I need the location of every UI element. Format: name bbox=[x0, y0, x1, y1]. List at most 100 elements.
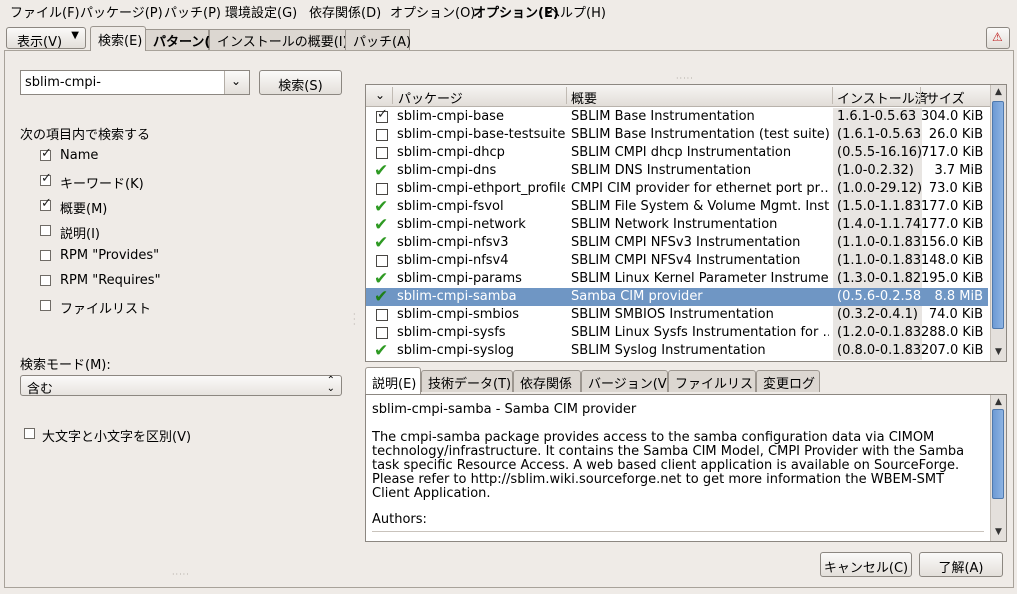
package-name: sblim-cmpi-smbios bbox=[397, 307, 519, 322]
tab-patterns[interactable]: パターン(N) bbox=[145, 29, 227, 50]
ok-button[interactable]: 了解(A) bbox=[919, 552, 1003, 577]
table-row[interactable]: ✔ sblim-cmpi-params SBLIM Linux Kernel Par… bbox=[366, 269, 988, 289]
installed-check-icon[interactable]: ✔ bbox=[374, 161, 388, 181]
menu-package[interactable]: パッケージ(P) bbox=[80, 2, 163, 21]
scroll-thumb[interactable] bbox=[992, 101, 1004, 329]
table-row[interactable]: ✔ sblim-cmpi-network SBLIM Network Instrum… bbox=[366, 215, 988, 235]
package-size: 288.0 KiB bbox=[921, 325, 983, 340]
installed-check-icon[interactable]: ✔ bbox=[374, 215, 388, 235]
pane-grip[interactable]: · · · bbox=[353, 311, 357, 329]
package-size: 177.0 KiB bbox=[921, 217, 983, 232]
protected-checkbox-icon[interactable]: ✓ bbox=[376, 107, 388, 123]
scroll-up-icon[interactable]: ▲ bbox=[991, 395, 1006, 410]
table-row[interactable]: sblim-cmpi-base-testsuite SBLIM Base Inst… bbox=[366, 126, 988, 144]
status-checkbox[interactable] bbox=[376, 183, 388, 195]
search-button[interactable]: 検索(S) bbox=[259, 70, 342, 95]
ok-button-label: 了解(A) bbox=[938, 561, 984, 576]
tab-changelog[interactable]: 変更ログ bbox=[756, 370, 820, 392]
tab-dependencies[interactable]: 依存関係 bbox=[513, 370, 581, 392]
description-title: sblim-cmpi-samba - Samba CIM provider bbox=[372, 402, 637, 417]
description-authors: Authors: bbox=[372, 512, 427, 527]
status-checkbox[interactable] bbox=[376, 129, 388, 141]
tab-patches[interactable]: パッチ(A) bbox=[345, 29, 411, 50]
tab-file-list[interactable]: ファイルリスト bbox=[668, 370, 766, 392]
tab-dependencies-label: 依存関係 bbox=[520, 377, 573, 392]
cancel-button[interactable]: キャンセル(C) bbox=[820, 552, 912, 577]
column-header-package[interactable]: パッケージ bbox=[398, 88, 463, 107]
menu-options-extra[interactable]: オプション(E) bbox=[473, 2, 559, 21]
table-row[interactable]: sblim-cmpi-dhcp SBLIM CMPI dhcp Instrumen… bbox=[366, 144, 988, 162]
package-size: 148.0 KiB bbox=[921, 253, 983, 268]
table-row[interactable]: sblim-cmpi-sysfs SBLIM Linux Sysfs Instru… bbox=[366, 324, 988, 342]
table-row[interactable]: ✔ sblim-cmpi-nfsv3 SBLIM CMPI NFSv3 Instru… bbox=[366, 233, 988, 253]
installed-check-icon[interactable]: ✔ bbox=[374, 341, 388, 361]
column-header-size[interactable]: サイズ bbox=[926, 88, 965, 107]
search-button-label: 検索(S) bbox=[278, 79, 323, 94]
search-combobox[interactable]: sblim-cmpi- ⌄ bbox=[20, 70, 250, 95]
package-size: 195.0 KiB bbox=[921, 271, 983, 286]
installed-version: (0.5.6-0.2.58) bbox=[833, 288, 922, 306]
search-in-name-checkbox[interactable] bbox=[40, 146, 52, 161]
installed-check-icon[interactable]: ✔ bbox=[374, 233, 388, 253]
search-in-rpm-provides-label: RPM "Provides" bbox=[60, 248, 160, 263]
scroll-up-icon[interactable]: ▲ bbox=[991, 85, 1006, 100]
resize-grip[interactable]: ····· bbox=[172, 570, 190, 579]
pane-grip[interactable]: ····· bbox=[676, 74, 694, 83]
status-checkbox[interactable] bbox=[376, 327, 388, 339]
case-sensitive-checkbox[interactable] bbox=[24, 428, 35, 439]
search-in-rpm-requires-checkbox[interactable] bbox=[40, 275, 51, 286]
tab-description[interactable]: 説明(E) bbox=[365, 367, 421, 394]
column-header-installed[interactable]: インストール済 bbox=[837, 88, 928, 107]
search-in-summary-checkbox[interactable] bbox=[40, 196, 52, 211]
view-menu-button[interactable]: 表示(V) ▼ bbox=[6, 27, 86, 50]
installed-check-icon[interactable]: ✔ bbox=[374, 287, 388, 307]
menu-dependencies[interactable]: 依存関係(D) bbox=[309, 2, 381, 21]
package-name: sblim-cmpi-nfsv3 bbox=[397, 235, 509, 250]
description-scrollbar[interactable]: ▲ ▼ bbox=[990, 395, 1006, 541]
table-row[interactable]: sblim-cmpi-ethport_profile CMPI CIM provi… bbox=[366, 180, 988, 198]
scroll-thumb[interactable] bbox=[992, 409, 1004, 499]
search-in-keyword-checkbox[interactable] bbox=[40, 171, 52, 186]
search-history-dropdown[interactable]: ⌄ bbox=[224, 71, 249, 94]
menu-patch[interactable]: パッチ(P) bbox=[164, 2, 221, 21]
tab-search-label: 検索(E) bbox=[98, 34, 143, 49]
status-checkbox[interactable] bbox=[376, 147, 388, 159]
tab-description-label: 説明(E) bbox=[372, 377, 417, 392]
scroll-down-icon[interactable]: ▼ bbox=[991, 525, 1006, 540]
tab-technical-data[interactable]: 技術データ(T) bbox=[421, 370, 513, 392]
status-checkbox[interactable] bbox=[376, 309, 388, 321]
table-row[interactable]: ✔ sblim-cmpi-samba Samba CIM provider (0.5.… bbox=[366, 287, 988, 307]
search-mode-label: 検索モード(M): bbox=[20, 358, 111, 373]
search-input[interactable]: sblim-cmpi- bbox=[25, 75, 101, 90]
tab-versions[interactable]: バージョン(V) bbox=[581, 370, 672, 392]
column-header-summary[interactable]: 概要 bbox=[571, 88, 597, 107]
table-row[interactable]: ✔ sblim-cmpi-fsvol SBLIM File System & Vol… bbox=[366, 197, 988, 217]
installed-check-icon[interactable]: ✔ bbox=[374, 269, 388, 289]
column-separator bbox=[832, 87, 833, 104]
status-checkbox[interactable] bbox=[376, 255, 388, 267]
table-row[interactable]: sblim-cmpi-nfsv4 SBLIM CMPI NFSv4 Instrum… bbox=[366, 252, 988, 270]
package-size: 177.0 KiB bbox=[921, 199, 983, 214]
package-name: sblim-cmpi-base bbox=[397, 109, 504, 124]
menu-help[interactable]: ヘルプ(H) bbox=[547, 2, 606, 21]
scroll-down-icon[interactable]: ▼ bbox=[991, 345, 1006, 360]
menu-settings[interactable]: 環境設定(G) bbox=[225, 2, 297, 21]
column-separator bbox=[392, 87, 393, 104]
search-in-rpm-provides-checkbox[interactable] bbox=[40, 250, 51, 261]
menu-options[interactable]: オプション(O) bbox=[390, 2, 475, 21]
table-row[interactable]: ✔ sblim-cmpi-dns SBLIM DNS Instrumentation… bbox=[366, 161, 988, 181]
search-in-description-checkbox[interactable] bbox=[40, 225, 51, 236]
table-row[interactable]: ✓ sblim-cmpi-base SBLIM Base Instrumentati… bbox=[366, 107, 988, 126]
search-in-file-list-checkbox[interactable] bbox=[40, 300, 51, 311]
chevron-down-icon[interactable]: ⌄ bbox=[375, 88, 385, 102]
menu-file[interactable]: ファイル(F) bbox=[10, 2, 80, 21]
installed-check-icon[interactable]: ✔ bbox=[374, 197, 388, 217]
table-row[interactable]: ✔ sblim-cmpi-syslog SBLIM Syslog Instrumen… bbox=[366, 341, 988, 361]
table-scrollbar[interactable]: ▲ ▼ bbox=[990, 85, 1006, 361]
package-size: 26.0 KiB bbox=[928, 127, 983, 142]
table-row[interactable]: sblim-cmpi-smbios SBLIM SMBIOS Instrument… bbox=[366, 306, 988, 324]
search-mode-select[interactable]: 含む ⌃ ⌄ bbox=[20, 375, 342, 397]
expert-icon-button[interactable]: ⚠ bbox=[986, 27, 1010, 49]
tab-install-summary[interactable]: インストールの概要(I) bbox=[209, 29, 348, 50]
tab-search[interactable]: 検索(E) bbox=[90, 26, 146, 51]
